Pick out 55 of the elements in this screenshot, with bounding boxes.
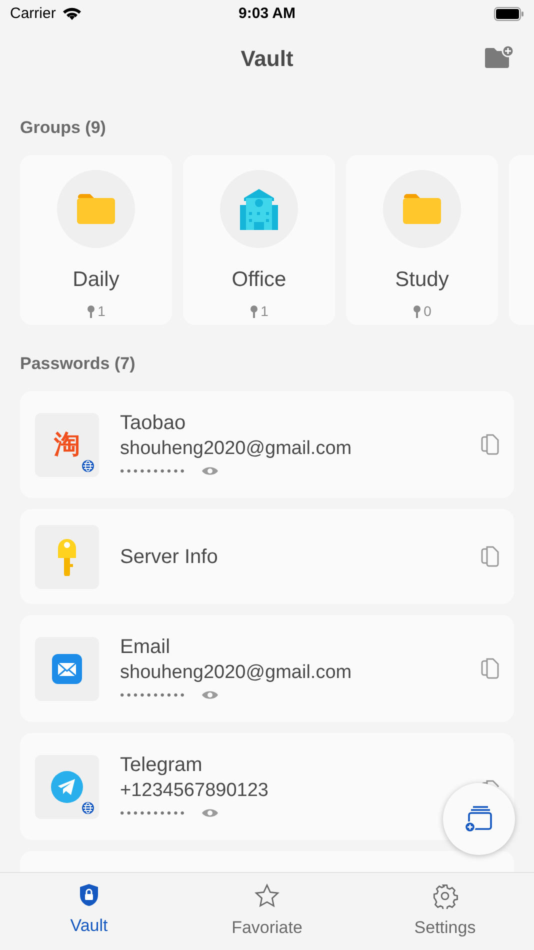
key-icon (412, 305, 421, 318)
group-card[interactable]: Daily 1 (20, 154, 172, 324)
masked-password: •••••••••• (120, 462, 188, 480)
carrier-label: Carrier (10, 4, 56, 24)
password-card[interactable]: 淘 Taobao shouheng2020@gmail.com •••••••••• (20, 391, 514, 498)
battery-icon (494, 7, 524, 21)
group-name: Office (232, 266, 286, 292)
copy-icon[interactable] (481, 434, 499, 456)
entry-account: shouheng2020@gmail.com (120, 660, 353, 684)
shield-lock-icon (79, 883, 99, 907)
group-card[interactable]: Study 0 (346, 154, 498, 324)
key-icon (250, 305, 258, 318)
masked-password: •••••••••• (120, 686, 188, 704)
entry-account: +1234567890123 (120, 778, 270, 802)
page-title: Vault (240, 44, 294, 72)
key-icon (86, 305, 95, 318)
entry-title: Taobao (120, 410, 187, 436)
entry-account: shouheng2020@gmail.com (120, 436, 353, 460)
key-icon (56, 538, 78, 576)
tab-item[interactable]: Settings (356, 873, 534, 950)
group-name: Study (395, 266, 449, 292)
settings-icon (432, 883, 458, 909)
paper-plane-icon (51, 770, 83, 802)
tab-item[interactable]: Favoriate (178, 873, 356, 950)
eye-icon[interactable] (201, 688, 220, 700)
building-icon (240, 188, 278, 230)
add-card-icon (464, 805, 494, 833)
masked-password: •••••••••• (120, 804, 188, 822)
logo-text: 淘 (54, 432, 80, 458)
entry-title: Server Info (120, 544, 219, 570)
eye-icon[interactable] (201, 806, 220, 818)
password-card[interactable]: Email shouheng2020@gmail.com •••••••••• (20, 615, 514, 722)
wifi-icon (62, 7, 82, 21)
folder-icon (402, 192, 442, 224)
group-count: 1 (98, 302, 106, 321)
copy-icon[interactable] (481, 546, 499, 568)
section-heading: Passwords (7) (19, 352, 136, 374)
add-folder-button[interactable] (484, 45, 514, 69)
folder-icon (76, 192, 116, 224)
star-icon (254, 883, 280, 909)
group-count: 1 (260, 302, 268, 321)
entry-title: Email (120, 634, 172, 660)
eye-icon[interactable] (201, 464, 220, 476)
section-heading: Groups (9) (19, 117, 107, 139)
password-card[interactable]: Server Info (20, 509, 514, 604)
group-card[interactable]: Office 1 (183, 154, 335, 324)
folder-plus-icon (484, 45, 514, 69)
entry-title: Telegram (120, 752, 204, 778)
clock-time: 9:03 AM (238, 4, 296, 24)
group-name: Daily (72, 266, 120, 292)
mail-icon (52, 654, 82, 684)
tab-item[interactable]: Vault (0, 873, 178, 950)
group-count: 0 (424, 302, 432, 321)
password-card[interactable]: Telegram +1234567890123 •••••••••• (20, 733, 514, 840)
copy-icon[interactable] (481, 658, 499, 680)
